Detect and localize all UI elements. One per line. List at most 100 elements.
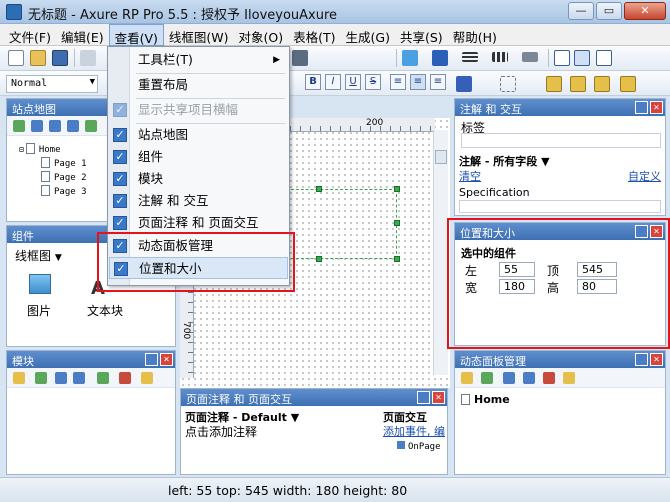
layout-center-icon[interactable] xyxy=(574,50,590,66)
menu-view[interactable]: 查看(V) xyxy=(108,24,164,46)
align-right-icon[interactable]: ≡ xyxy=(430,74,446,90)
selected-widget[interactable] xyxy=(286,189,397,259)
line-style-icon[interactable] xyxy=(492,52,508,62)
font-color-icon[interactable] xyxy=(456,76,472,92)
menu-page-notes[interactable]: ✓ 页面注释 和 页面交互 xyxy=(109,212,288,234)
bold-button[interactable]: B xyxy=(305,74,321,90)
menu-show-share-banner: ✓ 显示共享项目横幅 xyxy=(109,99,288,121)
resize-handle[interactable] xyxy=(394,186,400,192)
align-objects-icon[interactable] xyxy=(500,76,516,92)
move-down-icon[interactable] xyxy=(73,372,85,384)
widget-library-select[interactable]: 线框图 ▼ xyxy=(15,247,62,264)
dynamic-panel-node-home[interactable]: Home xyxy=(461,393,510,406)
indent-icon[interactable] xyxy=(85,120,97,132)
new-file-icon[interactable] xyxy=(8,50,24,66)
pointer-icon[interactable] xyxy=(292,50,308,66)
panel-close-icon[interactable]: ✕ xyxy=(650,101,663,114)
sitemap-node-page3[interactable]: Page 3 xyxy=(19,185,87,199)
move-down-icon[interactable] xyxy=(523,372,535,384)
annotation-fields-select[interactable]: 注解 - 所有字段 ▼ xyxy=(459,153,550,169)
sitemap-node-page1[interactable]: Page 1 xyxy=(19,157,87,171)
move-up-icon[interactable] xyxy=(55,372,67,384)
panel-restore-icon[interactable] xyxy=(635,353,648,366)
layout-right-icon[interactable] xyxy=(596,50,612,66)
clear-link[interactable]: 清空 xyxy=(459,168,481,184)
status-text: left: 55 top: 545 width: 180 height: 80 xyxy=(168,483,408,498)
menu-table[interactable]: 表格(T) xyxy=(288,24,340,46)
delete-icon[interactable] xyxy=(119,372,131,384)
italic-button[interactable]: I xyxy=(325,74,341,90)
line-color-icon[interactable] xyxy=(432,50,448,66)
menu-edit[interactable]: 编辑(E) xyxy=(56,24,109,46)
page-notes-panel-title: 页面注释 和 页面交互 xyxy=(181,389,447,406)
menu-masters[interactable]: ✓ 模块 xyxy=(109,168,288,190)
panel-restore-icon[interactable] xyxy=(417,391,430,404)
annotation-label-input[interactable] xyxy=(461,133,661,148)
add-page-icon[interactable] xyxy=(13,120,25,132)
add-state-icon[interactable] xyxy=(461,372,473,384)
add-event-link[interactable]: 添加事件, 编 xyxy=(383,423,445,439)
add-child-icon[interactable] xyxy=(31,120,43,132)
page-notes-placeholder[interactable]: 点击添加注释 xyxy=(185,423,257,440)
ungroup-icon[interactable] xyxy=(620,76,636,92)
resize-handle[interactable] xyxy=(316,186,322,192)
resize-handle[interactable] xyxy=(394,256,400,262)
canvas-vertical-scrollbar[interactable] xyxy=(433,130,448,375)
check-icon: ✓ xyxy=(113,150,127,164)
resize-handle[interactable] xyxy=(394,220,400,226)
move-up-icon[interactable] xyxy=(49,120,61,132)
customize-link[interactable]: 自定义 xyxy=(628,168,661,184)
minimize-button[interactable]: — xyxy=(568,2,594,20)
menu-toolbars[interactable]: 工具栏(T) ▶ xyxy=(109,49,288,71)
onpage-event[interactable]: OnPage xyxy=(397,441,441,452)
add-folder-icon[interactable] xyxy=(13,372,25,384)
bring-front-icon[interactable] xyxy=(546,76,562,92)
panel-close-icon[interactable]: ✕ xyxy=(650,353,663,366)
line-width-icon[interactable] xyxy=(462,52,478,62)
underline-button[interactable]: U xyxy=(345,74,361,90)
menu-annotations[interactable]: ✓ 注解 和 交互 xyxy=(109,190,288,212)
specification-input[interactable] xyxy=(459,200,661,213)
sitemap-node-page2[interactable]: Page 2 xyxy=(19,171,87,185)
align-left-icon[interactable]: ≡ xyxy=(390,74,406,90)
fill-color-icon[interactable] xyxy=(402,50,418,66)
panel-restore-icon[interactable] xyxy=(635,101,648,114)
move-down-icon[interactable] xyxy=(67,120,79,132)
outdent-icon[interactable] xyxy=(97,372,109,384)
menu-generate[interactable]: 生成(G) xyxy=(341,24,395,46)
specification-label: Specification xyxy=(459,186,530,199)
send-back-icon[interactable] xyxy=(570,76,586,92)
close-button[interactable]: ✕ xyxy=(624,2,666,20)
menu-share[interactable]: 共享(S) xyxy=(395,24,448,46)
panel-close-icon[interactable]: ✕ xyxy=(432,391,445,404)
menu-help[interactable]: 帮助(H) xyxy=(448,24,502,46)
panel-restore-icon[interactable] xyxy=(145,353,158,366)
arrow-style-icon[interactable] xyxy=(522,52,538,62)
maximize-button[interactable]: ▭ xyxy=(596,2,622,20)
menu-sitemap[interactable]: ✓ 站点地图 xyxy=(109,124,288,146)
title-bar: 无标题 - Axure RP Pro 5.5 : 授权予 IloveyouAxu… xyxy=(0,0,670,24)
menu-file[interactable]: 文件(F) xyxy=(4,24,56,46)
delete-icon[interactable] xyxy=(543,372,555,384)
cut-icon[interactable] xyxy=(80,50,96,66)
font-name-select[interactable]: Normal ▼ xyxy=(6,75,98,93)
save-icon[interactable] xyxy=(52,50,68,66)
add-master-icon[interactable] xyxy=(35,372,47,384)
group-icon[interactable] xyxy=(594,76,610,92)
move-up-icon[interactable] xyxy=(503,372,515,384)
panel-close-icon[interactable]: ✕ xyxy=(160,353,173,366)
duplicate-icon[interactable] xyxy=(481,372,493,384)
sitemap-node-home[interactable]: ⊟ Home xyxy=(19,143,87,157)
align-center-icon[interactable]: ≡ xyxy=(410,74,426,90)
menu-wireframe[interactable]: 线框图(W) xyxy=(164,24,234,46)
menu-object[interactable]: 对象(O) xyxy=(234,24,289,46)
menu-widgets[interactable]: ✓ 组件 xyxy=(109,146,288,168)
resize-handle[interactable] xyxy=(316,256,322,262)
strike-button[interactable]: S xyxy=(365,74,381,90)
image-widget-icon[interactable] xyxy=(29,274,51,294)
properties-icon[interactable] xyxy=(141,372,153,384)
layout-left-icon[interactable] xyxy=(554,50,570,66)
edit-icon[interactable] xyxy=(563,372,575,384)
menu-reset-layout[interactable]: 重置布局 xyxy=(109,74,288,96)
open-folder-icon[interactable] xyxy=(30,50,46,66)
